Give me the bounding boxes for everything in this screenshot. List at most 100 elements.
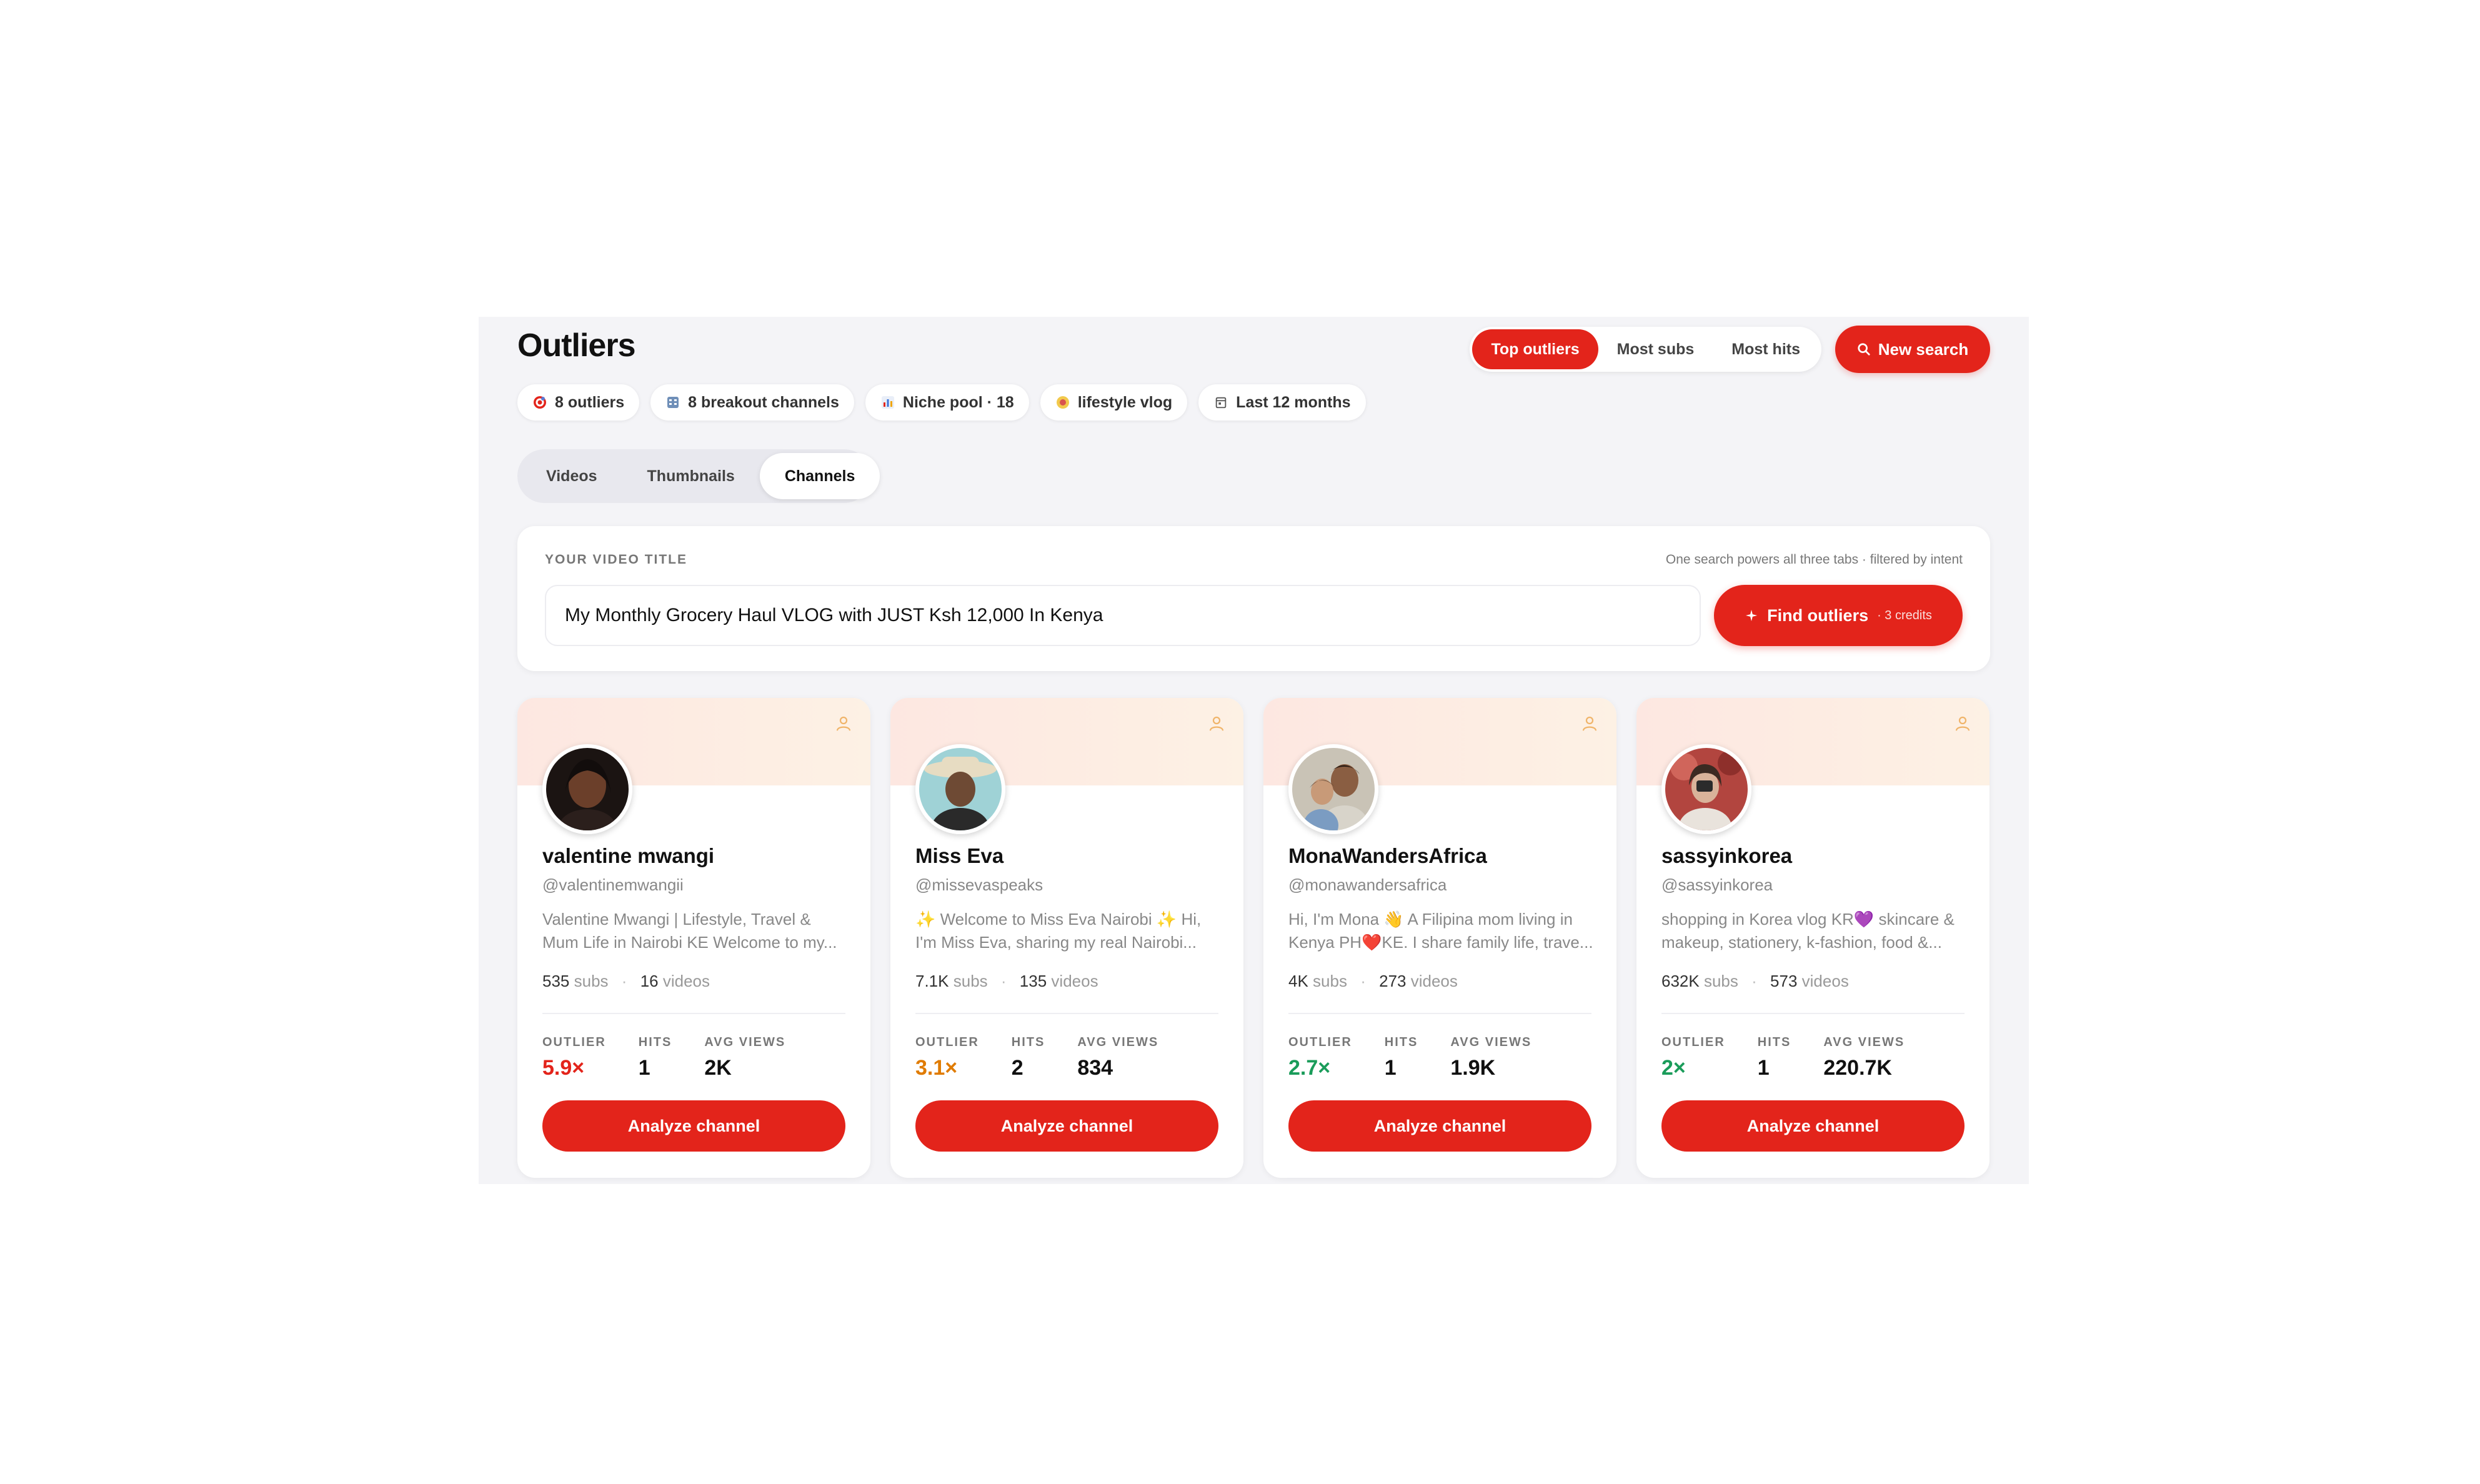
stat-outlier: OUTLIER 2× xyxy=(1661,1035,1725,1080)
find-outliers-button[interactable]: Find outliers · 3 credits xyxy=(1714,585,1963,646)
videos-label: videos xyxy=(1801,972,1849,990)
channel-card: MonaWandersAfrica @monawandersafrica Hi,… xyxy=(1263,698,1616,1178)
avg-views-value: 2K xyxy=(704,1056,732,1080)
divider xyxy=(1288,1013,1591,1014)
search-icon xyxy=(1858,343,1870,356)
analyze-channel-button[interactable]: Analyze channel xyxy=(1288,1100,1591,1152)
analyze-channel-button[interactable]: Analyze channel xyxy=(542,1100,845,1152)
chip-label: Niche pool · 18 xyxy=(902,393,1014,411)
subs-count: 7.1K xyxy=(915,972,949,990)
avg-views-value: 834 xyxy=(1077,1056,1113,1080)
outlier-value: 2.7× xyxy=(1288,1056,1331,1080)
channel-stats: OUTLIER 3.1× HITS 2 AVG VIEWS 834 xyxy=(915,1035,1191,1080)
videos-count: 573 xyxy=(1770,972,1798,990)
subs-label: subs xyxy=(1703,972,1738,990)
channel-description: Valentine Mwangi | Lifestyle, Travel & M… xyxy=(542,910,837,952)
video-title-input[interactable] xyxy=(545,585,1701,646)
sort-most-hits-button[interactable]: Most hits xyxy=(1713,329,1819,369)
user-icon xyxy=(1955,716,1970,731)
stat-label: AVG VIEWS xyxy=(704,1035,786,1049)
view-tabs: Videos Thumbnails Channels xyxy=(517,449,880,503)
channel-description: shopping in Korea vlog KR💜 skincare & ma… xyxy=(1661,910,1955,952)
meta-separator: · xyxy=(1360,972,1366,990)
chip-label: 8 outliers xyxy=(555,393,625,411)
analyze-channel-button[interactable]: Analyze channel xyxy=(1661,1100,1965,1152)
channel-card: sassyinkorea @sassyinkorea shopping in K… xyxy=(1636,698,1989,1178)
videos-count: 16 xyxy=(640,972,659,990)
channel-meta: 7.1K subs · 135 videos xyxy=(915,972,1098,991)
stat-hits: HITS 1 xyxy=(639,1035,672,1080)
building-icon xyxy=(665,395,680,410)
subs-label: subs xyxy=(1313,972,1347,990)
stat-hits: HITS 1 xyxy=(1385,1035,1418,1080)
new-search-label: New search xyxy=(1878,339,1969,359)
avg-views-value: 220.7K xyxy=(1823,1056,1892,1080)
chip-date-range: Last 12 months xyxy=(1198,384,1366,421)
find-outliers-label: Find outliers xyxy=(1767,605,1869,625)
stat-label: AVG VIEWS xyxy=(1823,1035,1905,1049)
channel-description: Hi, I'm Mona 👋 A Filipina mom living in … xyxy=(1288,910,1593,952)
divider xyxy=(1661,1013,1965,1014)
avg-views-value: 1.9K xyxy=(1450,1056,1496,1080)
stat-label: AVG VIEWS xyxy=(1450,1035,1532,1049)
chip-label: 8 breakout channels xyxy=(688,393,839,411)
avatar xyxy=(915,744,1005,834)
user-icon xyxy=(836,716,851,731)
calendar-icon xyxy=(1213,395,1228,410)
tab-channels[interactable]: Channels xyxy=(759,453,880,499)
subs-count: 535 xyxy=(542,972,570,990)
summary-chips: 8 outliers 8 breakout channels Niche poo… xyxy=(517,384,1366,421)
search-hint: One search powers all three tabs · filte… xyxy=(1665,552,1963,567)
hits-value: 2 xyxy=(1011,1056,1023,1080)
channel-name: Miss Eva xyxy=(915,844,1004,867)
user-icon xyxy=(1209,716,1224,731)
hits-value: 1 xyxy=(1757,1056,1770,1080)
subs-count: 4K xyxy=(1288,972,1308,990)
channel-name: valentine mwangi xyxy=(542,844,715,867)
stat-avg-views: AVG VIEWS 834 xyxy=(1077,1035,1158,1080)
search-card: YOUR VIDEO TITLE One search powers all t… xyxy=(517,526,1990,671)
header: Outliers Top outliers Most subs Most hit… xyxy=(517,317,1990,379)
stat-hits: HITS 1 xyxy=(1758,1035,1791,1080)
subs-label: subs xyxy=(953,972,988,990)
search-label: YOUR VIDEO TITLE xyxy=(545,552,688,567)
meta-separator: · xyxy=(1751,972,1757,990)
outlier-value: 2× xyxy=(1661,1056,1686,1080)
stat-label: OUTLIER xyxy=(1661,1035,1725,1049)
channel-handle: @sassyinkorea xyxy=(1661,875,1773,894)
channel-card: Miss Eva @missevaspeaks ✨ Welcome to Mis… xyxy=(890,698,1243,1178)
sort-toggle-group: Top outliers Most subs Most hits xyxy=(1470,327,1821,372)
channel-description: ✨ Welcome to Miss Eva Nairobi ✨ Hi, I'm … xyxy=(915,910,1202,952)
tab-thumbnails[interactable]: Thumbnails xyxy=(622,453,760,499)
stat-label: AVG VIEWS xyxy=(1077,1035,1159,1049)
outlier-value: 3.1× xyxy=(915,1056,958,1080)
videos-count: 273 xyxy=(1379,972,1407,990)
divider xyxy=(542,1013,845,1014)
stat-outlier: OUTLIER 5.9× xyxy=(542,1035,606,1080)
sort-top-outliers-button[interactable]: Top outliers xyxy=(1472,329,1598,369)
stat-hits: HITS 2 xyxy=(1012,1035,1045,1080)
channel-meta: 4K subs · 273 videos xyxy=(1288,972,1458,991)
stat-label: HITS xyxy=(1757,1035,1791,1049)
chip-niche-pool: Niche pool · 18 xyxy=(865,384,1029,421)
chip-breakout-channels: 8 breakout channels xyxy=(650,384,854,421)
analyze-channel-button[interactable]: Analyze channel xyxy=(915,1100,1218,1152)
stat-label: HITS xyxy=(1011,1035,1045,1049)
avatar xyxy=(1288,744,1378,834)
stat-avg-views: AVG VIEWS 1.9K xyxy=(1450,1035,1531,1080)
sort-most-subs-button[interactable]: Most subs xyxy=(1598,329,1713,369)
new-search-button[interactable]: New search xyxy=(1835,326,1990,373)
meta-separator: · xyxy=(621,972,627,990)
outlier-value: 5.9× xyxy=(542,1056,585,1080)
page-title: Outliers xyxy=(517,327,635,364)
chip-label: Last 12 months xyxy=(1236,393,1351,411)
tab-videos[interactable]: Videos xyxy=(521,453,622,499)
chip-label: lifestyle vlog xyxy=(1077,393,1173,411)
stat-label: HITS xyxy=(638,1035,672,1049)
sparkle-icon xyxy=(1745,609,1758,622)
credits-label: · 3 credits xyxy=(1877,608,1932,622)
chip-outliers: 8 outliers xyxy=(517,384,640,421)
subs-label: subs xyxy=(574,972,609,990)
stat-avg-views: AVG VIEWS 2K xyxy=(704,1035,785,1080)
channel-meta: 535 subs · 16 videos xyxy=(542,972,710,991)
